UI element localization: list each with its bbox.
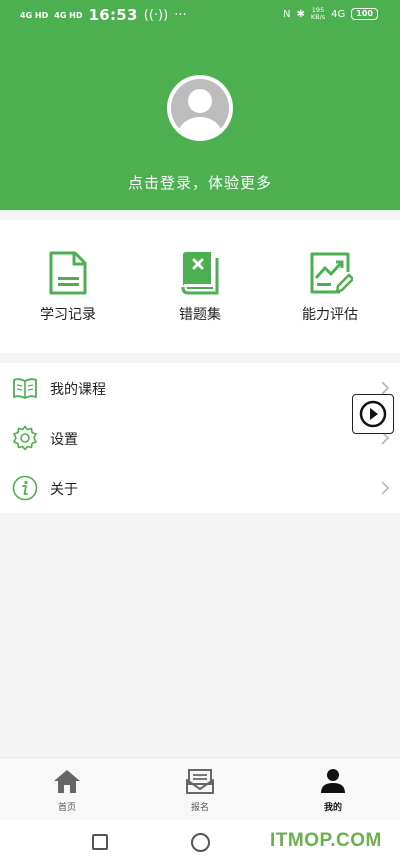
network-indicator: 4G HD [20,10,49,20]
play-circle-icon [359,400,387,428]
tab-label: 首页 [57,803,76,813]
tab-label: 报名 [190,803,209,813]
status-time: 16:53 [88,6,138,24]
floating-play-button[interactable] [352,394,394,434]
menu-item-about[interactable]: 关于 [0,463,400,513]
home-icon [54,770,80,793]
watermark: ITMOP.COM [270,830,382,851]
feature-grid: 学习记录 错题集 能力评估 [0,220,400,353]
feature-ability-assessment[interactable]: 能力评估 [275,250,385,324]
document-icon [49,251,87,295]
home-button-icon[interactable] [191,833,210,852]
network-speed: 195 KB/s [310,6,326,21]
login-prompt[interactable]: 点击登录，体验更多 [0,172,400,193]
system-nav-bar: ITMOP.COM [0,820,400,866]
profile-header: 4G HD 4G HD 16:53 ((·)) ··· N ✱ 195 KB/s… [0,0,400,210]
info-icon [12,475,38,501]
hotspot-icon: ((·)) [143,7,169,23]
feature-study-record[interactable]: 学习记录 [13,250,123,324]
mail-icon [186,769,214,794]
avatar[interactable] [167,75,233,141]
menu-label: 我的课程 [50,382,106,398]
menu-label: 设置 [50,432,78,448]
bluetooth-icon: ✱ [296,8,305,20]
feature-label: 能力评估 [302,307,358,323]
menu-item-my-courses[interactable]: 我的课程 [0,363,400,413]
user-icon [178,89,222,137]
signal-indicator: 4G [331,8,346,20]
chevron-right-icon [381,481,390,495]
chart-edit-icon [310,252,353,294]
feature-label: 学习记录 [40,307,96,323]
menu-item-settings[interactable]: 设置 [0,413,400,463]
feature-wrong-questions[interactable]: 错题集 [145,250,255,324]
tab-home[interactable]: 首页 [17,768,117,813]
book-x-icon [181,252,219,295]
tab-label: 我的 [323,803,342,813]
bottom-tab-bar: 首页 报名 我的 [0,757,400,820]
network-indicator: 4G HD [54,10,83,20]
more-icon: ··· [174,7,187,23]
tab-mine[interactable]: 我的 [283,768,383,813]
open-book-icon [13,378,37,399]
menu-list: 我的课程 设置 关于 [0,363,400,513]
recent-apps-icon[interactable] [92,834,108,850]
person-icon [321,769,345,793]
gear-icon [13,425,37,451]
nfc-icon: N [282,8,291,20]
menu-label: 关于 [50,482,78,498]
tab-signup[interactable]: 报名 [150,768,250,813]
battery-indicator: 100 [351,8,378,20]
feature-label: 错题集 [179,307,221,323]
status-bar: 4G HD 4G HD 16:53 ((·)) ··· N ✱ 195 KB/s… [0,0,400,32]
